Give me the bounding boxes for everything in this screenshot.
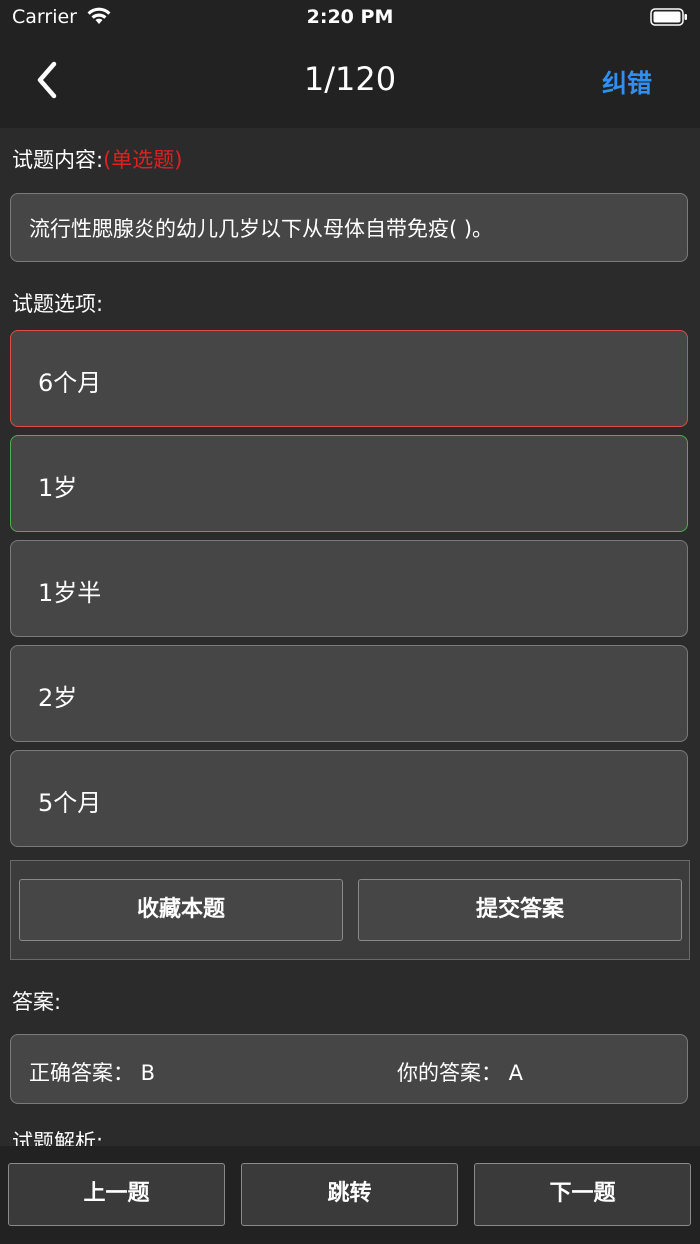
option-a[interactable]: 6个月 — [10, 330, 688, 427]
option-b[interactable]: 1岁 — [10, 435, 688, 532]
option-label: 1岁半 — [38, 579, 102, 607]
favorite-button[interactable]: 收藏本题 — [19, 879, 343, 941]
option-label: 2岁 — [38, 684, 78, 712]
status-time: 2:20 PM — [306, 6, 394, 28]
analysis-label: 试题解析: — [12, 1130, 104, 1146]
content-label-row: 试题内容:(单选题) — [12, 144, 182, 174]
question-text-box: 流行性腮腺炎的幼儿几岁以下从母体自带免疫( )。 — [10, 193, 688, 262]
answer-label: 答案: — [12, 990, 62, 1014]
question-type-label: (单选题) — [103, 148, 183, 172]
nav-bar: 1/120 纠错 — [0, 34, 700, 128]
next-question-button[interactable]: 下一题 — [474, 1163, 691, 1226]
your-answer: 你的答案： A — [397, 1061, 524, 1085]
question-content[interactable]: 试题内容:(单选题) 流行性腮腺炎的幼儿几岁以下从母体自带免疫( )。 试题选项… — [0, 128, 700, 1146]
option-label: 1岁 — [38, 474, 78, 502]
bottom-toolbar: 上一题 跳转 下一题 — [0, 1146, 700, 1244]
correct-answer: 正确答案： B — [29, 1061, 156, 1085]
report-error-button[interactable]: 纠错 — [602, 64, 652, 100]
prev-question-button[interactable]: 上一题 — [8, 1163, 225, 1226]
option-label: 6个月 — [38, 369, 102, 397]
option-e[interactable]: 5个月 — [10, 750, 688, 847]
question-text: 流行性腮腺炎的幼儿几岁以下从母体自带免疫( )。 — [29, 217, 494, 241]
option-label: 5个月 — [38, 789, 102, 817]
status-bar: Carrier 2:20 PM — [0, 0, 700, 34]
question-counter: 1/120 — [303, 60, 397, 98]
jump-button[interactable]: 跳转 — [241, 1163, 458, 1226]
battery-icon — [650, 8, 687, 26]
option-d[interactable]: 2岁 — [10, 645, 688, 742]
content-label: 试题内容: — [12, 148, 104, 172]
options-label: 试题选项: — [12, 292, 104, 316]
action-panel: 收藏本题 提交答案 — [10, 860, 690, 960]
submit-answer-button[interactable]: 提交答案 — [358, 879, 682, 941]
option-c[interactable]: 1岁半 — [10, 540, 688, 637]
answer-box: 正确答案： B 你的答案： A — [10, 1034, 688, 1104]
